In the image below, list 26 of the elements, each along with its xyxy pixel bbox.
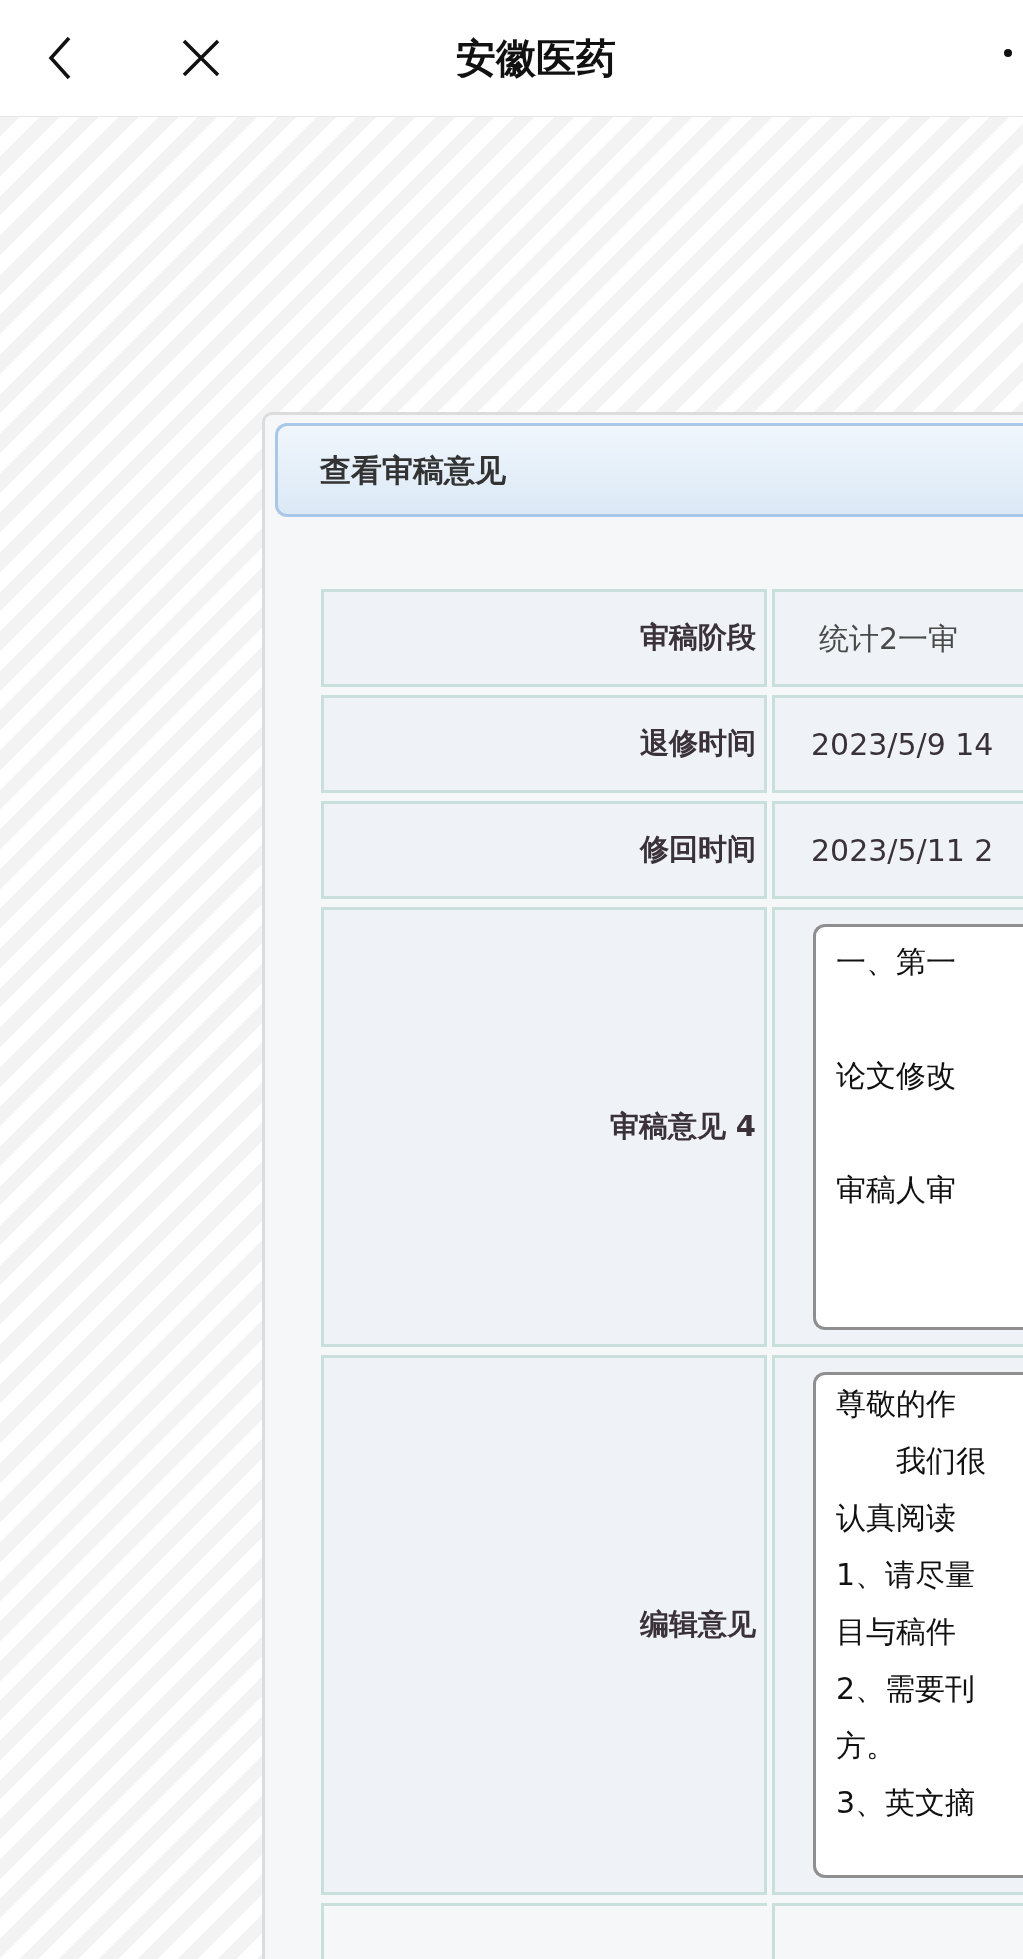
text-line: 一、第一 — [836, 943, 957, 981]
text-line: 尊敬的作 — [836, 1385, 957, 1423]
text-line: 目与稿件 — [836, 1613, 957, 1651]
text-line: 1、请尽量 — [836, 1556, 977, 1594]
field-label: 审稿阶段 — [640, 619, 756, 657]
field-value: 2023/5/11 2 — [811, 831, 994, 870]
text-line: 3、英文摘 — [836, 1784, 977, 1822]
field-label: 退修时间 — [640, 725, 756, 763]
back-icon — [47, 34, 73, 82]
text-line: 2、需要刊 — [836, 1670, 977, 1708]
text-line: 认真阅读 — [836, 1499, 957, 1537]
field-label: 审稿意见 4 — [609, 1108, 756, 1146]
text-line: 我们很 — [895, 1442, 987, 1480]
more-icon[interactable] — [1004, 49, 1012, 57]
field-label: 编辑意见 — [640, 1606, 756, 1644]
text-line: 论文修改 — [836, 1057, 957, 1095]
dialog-title: 查看审稿意见 — [320, 450, 506, 490]
close-icon — [181, 38, 221, 78]
field-value: 统计2一审 — [818, 619, 959, 658]
text-area[interactable]: 尊敬的作 我们很 认真阅读 1、请尽量 目与稿件 2、需要刊 方。 3、英文摘 — [813, 1372, 1023, 1878]
text-area[interactable]: 一、第一 论文修改 审稿人审 — [813, 924, 1023, 1330]
field-value: 2023/5/9 14 — [811, 725, 994, 764]
page-title: 安徽医药 — [456, 34, 616, 83]
text-line: 方。 — [836, 1727, 897, 1765]
text-line: 审稿人审 — [836, 1171, 957, 1209]
field-label: 修回时间 — [640, 831, 756, 869]
